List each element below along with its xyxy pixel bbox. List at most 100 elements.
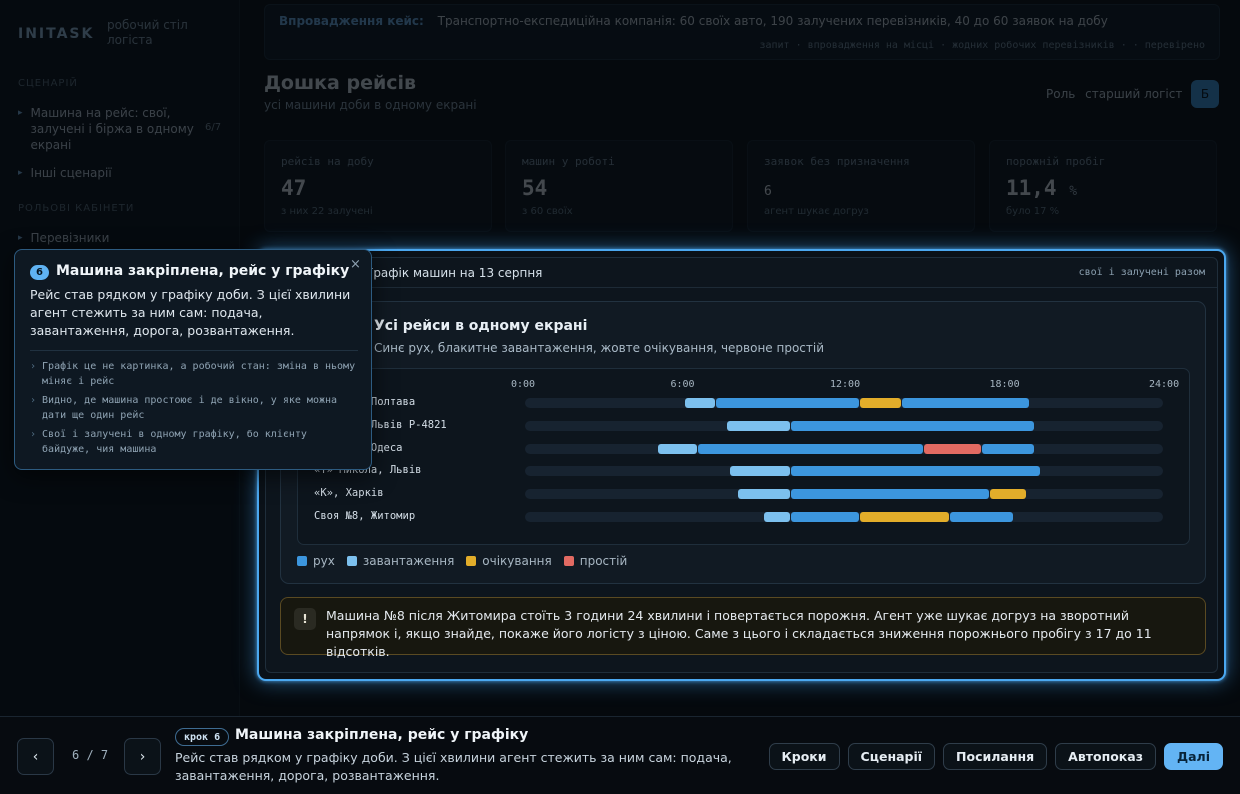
- time-tick-label: 12:00: [830, 379, 861, 390]
- gantt-card-title: Усі рейси в одному екрані: [374, 318, 588, 334]
- kpi-note: з них 22 залучені: [281, 206, 373, 217]
- segment-move[interactable]: [982, 443, 1035, 454]
- role-selector[interactable]: Роль старший логіст: [1046, 87, 1182, 101]
- kpi-label: заявок без призначення: [764, 155, 910, 168]
- time-tick-label: 6:00: [670, 379, 695, 390]
- legend-item: очікування: [466, 554, 552, 568]
- brand-subtitle: робочий стіл логіста: [107, 18, 188, 47]
- legend-label: завантаження: [362, 554, 455, 568]
- sidebar-item-other-scenarios[interactable]: ▸ Інші сценарії: [18, 165, 223, 181]
- user-avatar-button[interactable]: Б: [1191, 80, 1219, 108]
- segment-load[interactable]: [727, 420, 790, 431]
- banner-text: Транспортно-експедиційна компанія: 60 св…: [437, 14, 1108, 28]
- segment-idle[interactable]: [923, 443, 982, 454]
- legend-item: рух: [297, 554, 335, 568]
- vehicle-track[interactable]: [525, 489, 1163, 500]
- steps-button[interactable]: Кроки: [768, 743, 840, 770]
- segment-move[interactable]: [902, 398, 1030, 408]
- bullet-icon: ▸: [18, 233, 23, 243]
- banner-meta: запит · впровадження на місці · жодних р…: [759, 40, 1205, 51]
- legend-item: простій: [563, 554, 628, 568]
- alert-icon: !: [294, 608, 316, 630]
- alert-text: Машина №8 після Житомира стоїть 3 години…: [326, 608, 1152, 659]
- gantt-card: Усі рейси в одному екрані Синє рух, блак…: [280, 301, 1206, 584]
- brand-logo: INITASK: [18, 26, 95, 42]
- kpi-label: порожній пробіг: [1006, 155, 1106, 168]
- role-label: Роль: [1046, 87, 1076, 101]
- close-icon[interactable]: ×: [350, 257, 361, 272]
- vehicle-track[interactable]: [525, 466, 1163, 477]
- legend-swatch: [346, 556, 357, 566]
- banner-label: Впровадження кейс:: [279, 14, 424, 28]
- legend-item: завантаження: [346, 554, 455, 568]
- segment-load[interactable]: [684, 398, 716, 408]
- next-button[interactable]: Далі: [1163, 743, 1223, 770]
- vehicle-track[interactable]: [525, 398, 1163, 408]
- role-value: старший логіст: [1085, 87, 1183, 101]
- time-tick-label: 24:00: [1149, 379, 1180, 390]
- segment-move[interactable]: [697, 443, 923, 454]
- step-counter: 6 / 7: [72, 748, 109, 762]
- empty-run-alert: ! Машина №8 після Житомира стоїть 3 годи…: [280, 597, 1206, 659]
- kpi-card: заявок без призначення 6 агент шукає дог…: [747, 140, 975, 232]
- segment-move[interactable]: [790, 512, 859, 522]
- kpi-value: 47: [281, 176, 307, 200]
- segment-load[interactable]: [737, 489, 790, 500]
- step-number-badge: 6: [30, 265, 49, 280]
- legend-label: простій: [579, 554, 628, 568]
- arrow-icon: ›: [30, 429, 37, 440]
- vehicle-track[interactable]: [525, 512, 1163, 522]
- segment-wait[interactable]: [859, 512, 950, 522]
- vehicle-track[interactable]: [525, 443, 1163, 454]
- vehicle-label: Своя №8, Житомир: [314, 510, 416, 522]
- sidebar-item-label: Машина на рейс: свої, залучені і біржа в…: [30, 106, 194, 152]
- case-banner: Впровадження кейс: Транспортно-експедиці…: [264, 4, 1220, 60]
- list-item: › Графік це не картинка, а робочий стан: …: [30, 361, 356, 387]
- bullet-icon: ▸: [18, 108, 23, 118]
- next-step-arrow-button[interactable]: ›: [124, 738, 161, 775]
- segment-move[interactable]: [790, 466, 1040, 477]
- segment-load[interactable]: [764, 512, 790, 522]
- kpi-note: було 17 %: [1006, 206, 1060, 217]
- autoplay-button[interactable]: Автопоказ: [1055, 743, 1156, 770]
- scenarios-button[interactable]: Сценарії: [847, 743, 936, 770]
- step-title: Машина закріплена, рейс у графіку: [235, 727, 529, 743]
- segment-load[interactable]: [657, 443, 697, 454]
- time-tick-label: 0:00: [511, 379, 536, 390]
- gantt-legend: рух завантаження очікування простій: [297, 554, 627, 568]
- scenario-progress-badge: 6/7: [205, 122, 222, 133]
- segment-move[interactable]: [790, 489, 990, 500]
- segment-wait[interactable]: [859, 398, 902, 408]
- legend-swatch: [563, 556, 574, 566]
- kpi-label: рейсів на добу: [281, 155, 374, 168]
- divider: [30, 350, 358, 351]
- page-title: Дошка рейсів: [264, 72, 417, 94]
- segment-wait[interactable]: [990, 489, 1027, 500]
- kpi-card: порожній пробіг 11,4 % було 17 %: [989, 140, 1217, 232]
- page-subtitle: усі машини доби в одному екрані: [264, 98, 477, 112]
- segment-load[interactable]: [729, 466, 790, 477]
- gantt-card-subtitle: Синє рух, блакитне завантаження, жовте о…: [374, 341, 825, 355]
- segment-move[interactable]: [950, 512, 1014, 522]
- panel-header: Графік машин на 13 серпня свої і залучен…: [266, 258, 1217, 288]
- gantt-chart: 0:006:0012:0018:0024:00Своя №3, Полтава«…: [297, 368, 1190, 545]
- highlighted-schedule-panel: Графік машин на 13 серпня свої і залучен…: [257, 249, 1226, 681]
- legend-swatch: [297, 556, 307, 566]
- prev-step-button[interactable]: ‹: [17, 738, 54, 775]
- bullet-icon: ▸: [18, 168, 23, 178]
- links-button[interactable]: Посилання: [943, 743, 1048, 770]
- kpi-value: 11,4 %: [1006, 176, 1078, 200]
- segment-move[interactable]: [790, 420, 1035, 431]
- sidebar-item-carriers[interactable]: ▸ Перевізники: [18, 230, 223, 246]
- vehicle-track[interactable]: [525, 420, 1163, 431]
- kpi-value: 54: [522, 176, 548, 200]
- sidebar-item-scenario[interactable]: ▸ Машина на рейс: свої, залучені і біржа…: [18, 105, 223, 153]
- tooltip-text: Рейс став рядком у графіку доби. З цієї …: [30, 287, 351, 338]
- arrow-icon: ›: [30, 395, 37, 406]
- time-tick-label: 18:00: [989, 379, 1020, 390]
- vehicle-label: «К», Харків: [314, 487, 384, 500]
- legend-swatch: [466, 556, 477, 566]
- kpi-card: рейсів на добу 47 з них 22 залучені: [264, 140, 492, 232]
- segment-move[interactable]: [716, 398, 859, 408]
- list-item: › Свої і залучені в одному графіку, бо кл…: [30, 429, 307, 455]
